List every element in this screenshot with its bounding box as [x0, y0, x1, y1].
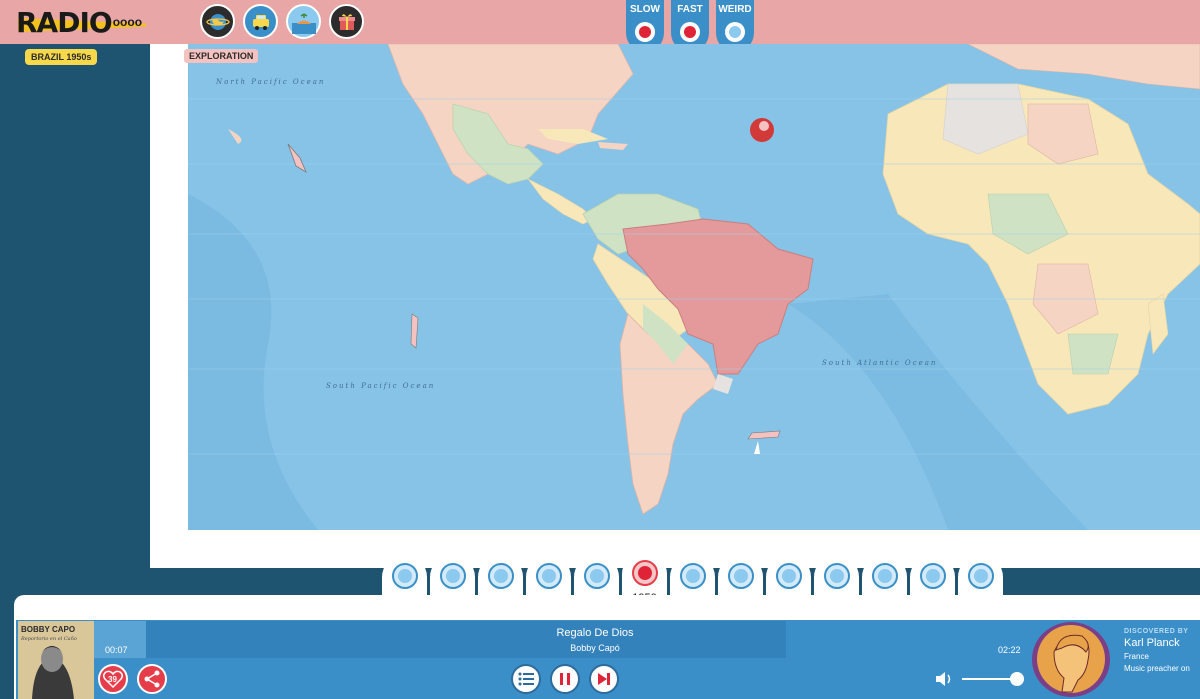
- south-atlantic-label: South Atlantic Ocean: [822, 359, 938, 367]
- decade-knob: [727, 563, 754, 589]
- decade-knob-center: [589, 569, 604, 583]
- decade-knob: [775, 563, 802, 589]
- list-icon: [518, 672, 534, 686]
- total-duration: 02:22: [998, 645, 1021, 655]
- exploration-tab[interactable]: EXPLORATION: [184, 49, 259, 63]
- curator-portrait: [1037, 625, 1105, 693]
- decade-knob: [487, 563, 514, 589]
- decade-knob-center: [493, 569, 508, 583]
- decade-knob-center: [541, 569, 556, 583]
- album-cover: BOBBY CAPO Reportorio en el Caño: [18, 621, 94, 699]
- taxi-icon[interactable]: [243, 4, 278, 39]
- map-panel: [150, 44, 1200, 568]
- decade-knob: [583, 563, 610, 589]
- pause-icon: [560, 673, 570, 685]
- cover-portrait: [32, 646, 74, 699]
- curator-description: Music preacher on: [1124, 664, 1190, 673]
- speed-slow-knob: [635, 22, 655, 42]
- volume-handle[interactable]: [1010, 672, 1024, 686]
- decade-knob-center: [925, 569, 940, 583]
- logo-text: RADIO: [16, 5, 113, 39]
- curator-name[interactable]: Karl Planck: [1124, 637, 1180, 649]
- curator-country: France: [1124, 652, 1149, 661]
- decade-knob: [823, 563, 850, 589]
- decade-knob: [535, 563, 562, 589]
- speed-weird-knob: [725, 22, 745, 42]
- discovered-by-label: DISCOVERED BY: [1124, 628, 1189, 635]
- like-count: 39: [108, 675, 117, 684]
- north-pacific-label: North Pacific Ocean: [216, 78, 326, 86]
- logo-suffix: oooo: [112, 15, 143, 29]
- sticker-face: [750, 118, 774, 142]
- decade-knob: [391, 563, 418, 589]
- south-pacific-label: South Pacific Ocean: [326, 382, 436, 390]
- island-icon[interactable]: [286, 4, 321, 39]
- playlist-button[interactable]: [511, 664, 541, 694]
- decade-knob-center: [973, 569, 988, 583]
- decade-knob-center: [733, 569, 748, 583]
- curator-avatar[interactable]: [1032, 622, 1110, 697]
- share-button[interactable]: [137, 664, 167, 694]
- decade-knob-center: [397, 569, 412, 583]
- globe-icon[interactable]: [200, 4, 235, 39]
- mode-selector: [200, 4, 364, 39]
- pause-button[interactable]: [550, 664, 580, 694]
- location-badge: BRAZIL 1950s: [25, 49, 98, 65]
- world-map[interactable]: [188, 44, 1200, 530]
- speed-slow-label: SLOW: [630, 4, 660, 15]
- decade-knob: [679, 563, 706, 589]
- elapsed-time: 00:07: [105, 645, 128, 655]
- decade-knob-center: [445, 569, 460, 583]
- like-button[interactable]: 39: [98, 664, 128, 694]
- volume-icon[interactable]: [935, 670, 955, 688]
- skip-next-icon: [598, 673, 610, 685]
- gift-icon[interactable]: [329, 4, 364, 39]
- next-button[interactable]: [589, 664, 619, 694]
- speed-fast-label: FAST: [677, 4, 703, 15]
- decade-knob-center: [685, 569, 700, 583]
- decade-knob: [631, 560, 658, 586]
- decade-knob: [967, 563, 994, 589]
- song-artist: Bobby Capó: [570, 643, 620, 653]
- speed-fast-knob: [680, 22, 700, 42]
- share-icon: [144, 670, 160, 688]
- map-graphic: [188, 44, 1200, 530]
- decade-knob-center: [877, 569, 892, 583]
- decade-knob-center: [637, 566, 652, 580]
- decade-knob: [871, 563, 898, 589]
- decade-knob: [919, 563, 946, 589]
- top-bar: [0, 0, 1200, 44]
- decade-knob-center: [829, 569, 844, 583]
- decade-knob: [439, 563, 466, 589]
- song-title: Regalo De Dios: [556, 627, 634, 639]
- speed-weird-label: WEIRD: [718, 4, 752, 15]
- radiooooo-logo[interactable]: RADIO oooo: [16, 4, 146, 40]
- decade-knob-center: [781, 569, 796, 583]
